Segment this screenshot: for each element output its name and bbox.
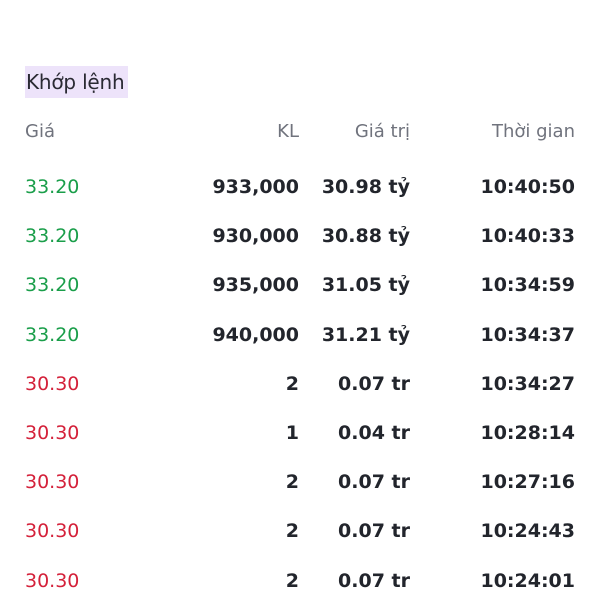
trade-volume: 930,000 (212, 225, 299, 248)
trade-value: 31.05 tỷ (321, 274, 410, 297)
trade-time: 10:34:59 (480, 274, 575, 297)
trade-time: 10:28:14 (480, 422, 575, 444)
trade-row: 30.30 2 0.07 tr 10:27:16 (25, 465, 575, 499)
trade-price: 33.20 (25, 176, 80, 198)
trade-time: 10:34:37 (480, 323, 575, 346)
trade-row: 30.30 2 0.07 tr 10:24:01 (25, 564, 575, 598)
trade-value: 31.21 tỷ (321, 323, 410, 346)
trade-value: 0.07 tr (338, 520, 410, 543)
panel-title-wrap: Khớp lệnh (25, 66, 128, 98)
trade-value: 0.07 tr (338, 471, 410, 494)
trade-volume: 2 (285, 372, 299, 395)
trade-time: 10:24:01 (480, 569, 575, 592)
header-price: Giá (25, 121, 55, 142)
trade-row: 33.20 933,000 30.98 tỷ 10:40:50 (25, 170, 575, 204)
trade-row: 33.20 940,000 31.21 tỷ 10:34:37 (25, 318, 575, 352)
header-time: Thời gian (491, 121, 575, 142)
trade-price: 30.30 (25, 422, 80, 444)
trade-volume: 2 (285, 520, 299, 543)
trade-time: 10:40:50 (480, 176, 575, 198)
table-header: Giá KL Giá trị Thời gian (25, 116, 575, 148)
trade-value: 0.07 tr (338, 569, 410, 592)
header-value: Giá trị (354, 121, 410, 142)
trade-price: 30.30 (25, 372, 80, 395)
trade-row: 33.20 930,000 30.88 tỷ 10:40:33 (25, 219, 575, 253)
matched-orders-panel: Khớp lệnh Giá KL Giá trị Thời gian 33.20… (0, 0, 600, 600)
trade-time: 10:24:43 (480, 520, 575, 543)
panel-title: Khớp lệnh (25, 66, 128, 98)
trade-price: 33.20 (25, 225, 80, 248)
trade-price: 30.30 (25, 520, 80, 543)
trade-row: 30.30 2 0.07 tr 10:24:43 (25, 514, 575, 548)
header-volume: KL (277, 121, 299, 142)
trade-volume: 933,000 (212, 176, 299, 198)
trade-volume: 2 (285, 471, 299, 494)
trade-volume: 935,000 (212, 274, 299, 297)
trade-value: 30.88 tỷ (321, 225, 410, 248)
trade-volume: 2 (285, 569, 299, 592)
trade-row: 30.30 1 0.04 tr 10:28:14 (25, 416, 575, 450)
trade-price: 30.30 (25, 569, 80, 592)
trade-row: 30.30 2 0.07 tr 10:34:27 (25, 367, 575, 401)
trade-price: 33.20 (25, 274, 80, 297)
trade-value: 30.98 tỷ (321, 176, 410, 198)
trade-time: 10:34:27 (480, 372, 575, 395)
trade-time: 10:40:33 (480, 225, 575, 248)
trade-value: 0.07 tr (338, 372, 410, 395)
trade-price: 33.20 (25, 323, 80, 346)
trade-time: 10:27:16 (480, 471, 575, 494)
trade-price: 30.30 (25, 471, 80, 494)
trade-volume: 1 (285, 422, 299, 444)
trade-row: 33.20 935,000 31.05 tỷ 10:34:59 (25, 268, 575, 302)
trade-value: 0.04 tr (338, 422, 410, 444)
trade-volume: 940,000 (212, 323, 299, 346)
